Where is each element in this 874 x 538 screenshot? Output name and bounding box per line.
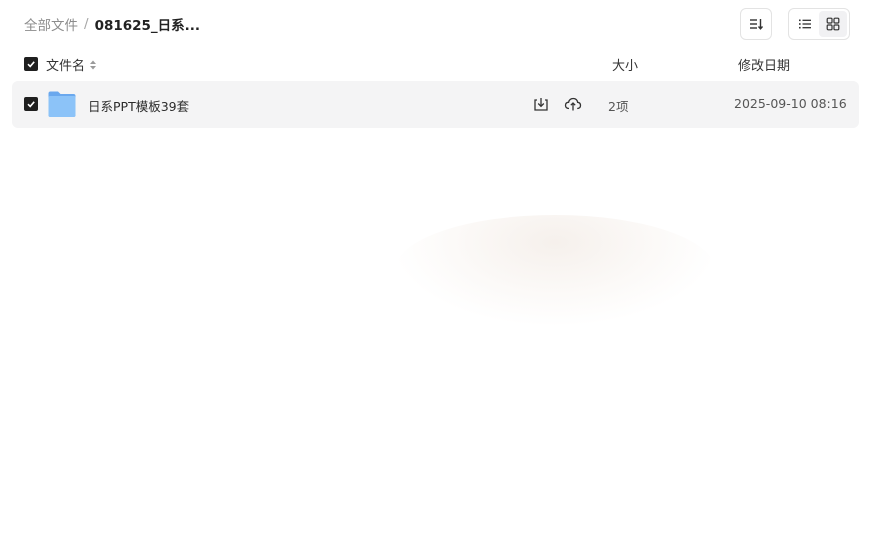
grid-view-button[interactable] — [819, 11, 847, 37]
file-size: 2项 — [608, 99, 629, 114]
name-column-header[interactable]: 文件名 — [46, 55, 97, 74]
breadcrumb: 全部文件 / 081625_日系... — [24, 14, 200, 34]
file-name[interactable]: 日系PPT模板39套 — [88, 96, 189, 115]
table-header: 文件名 大小 修改日期 — [12, 50, 859, 78]
sort-toggle-icon — [90, 60, 97, 69]
select-all-checkbox[interactable] — [24, 57, 38, 71]
size-column-header[interactable]: 大小 — [612, 55, 638, 74]
download-button[interactable] — [531, 94, 551, 114]
view-switch — [788, 8, 850, 40]
cloud-upload-icon — [564, 97, 582, 111]
breadcrumb-separator: / — [84, 16, 89, 32]
download-icon — [534, 98, 548, 111]
background-glow — [395, 215, 715, 325]
table-row[interactable]: 日系PPT模板39套 2项 2025-09-10 08:16 — [12, 81, 859, 128]
sort-descending-icon — [750, 19, 764, 30]
file-browser: 全部文件 / 081625_日系... 文件名 大小 修改日期 日系PPT模板3… — [0, 0, 874, 538]
folder-icon — [47, 90, 77, 121]
checkmark-icon — [27, 101, 35, 108]
modified-date: 2025-09-10 08:16 — [734, 96, 847, 111]
list-view-button[interactable] — [791, 11, 819, 37]
row-checkbox[interactable] — [24, 97, 38, 111]
list-view-icon — [799, 19, 811, 29]
breadcrumb-current: 081625_日系... — [94, 18, 201, 34]
checkmark-icon — [27, 61, 35, 68]
sort-button[interactable] — [740, 8, 772, 40]
save-to-cloud-button[interactable] — [563, 94, 583, 114]
name-column-label: 文件名 — [46, 59, 86, 74]
grid-view-icon — [826, 17, 840, 31]
breadcrumb-root-link[interactable]: 全部文件 — [24, 14, 78, 34]
date-column-header[interactable]: 修改日期 — [738, 55, 790, 74]
